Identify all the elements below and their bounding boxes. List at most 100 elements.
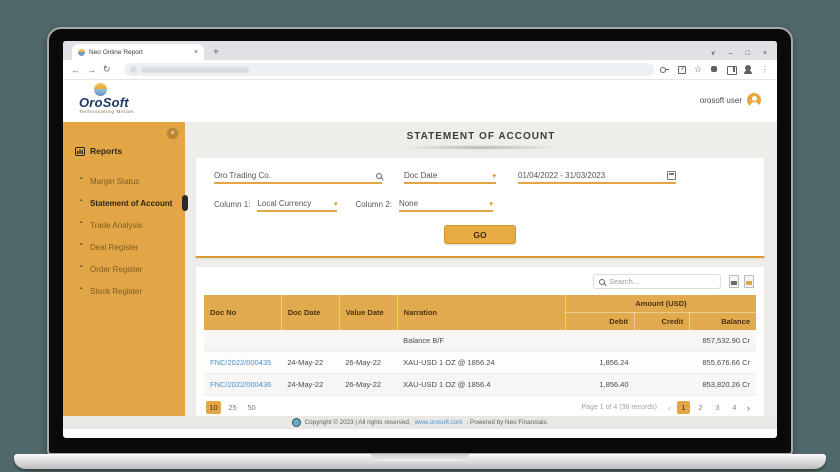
- company-value: Oro Trading Co.: [214, 171, 271, 180]
- page-button-2[interactable]: 2: [694, 401, 707, 414]
- sidebar-item-order-register[interactable]: ▪ Order Register: [63, 258, 185, 280]
- column1-value: Local Currency: [257, 199, 311, 208]
- go-button[interactable]: GO: [444, 225, 516, 244]
- sidebar-item-label: Margin Status: [90, 177, 139, 186]
- cell-debit: 1,856.24: [566, 352, 635, 374]
- reports-icon: [75, 147, 85, 156]
- excel-export-icon[interactable]: [744, 275, 754, 288]
- page-button-4[interactable]: 4: [728, 401, 741, 414]
- col-value-date[interactable]: Value Date: [339, 295, 397, 330]
- chevron-down-icon: ▾: [334, 200, 338, 208]
- sidebar-item-label: Statement of Account: [90, 199, 172, 208]
- tab-close-icon[interactable]: ×: [194, 49, 198, 56]
- cell-value-date: 26-May-22: [339, 374, 397, 396]
- date-type-select[interactable]: Doc Date ▾: [404, 171, 496, 184]
- sidebar-item-stock-register[interactable]: ▪ Stock Register: [63, 280, 185, 302]
- page-size-10[interactable]: 10: [206, 401, 221, 414]
- sidebar-close-icon[interactable]: ×: [166, 127, 179, 140]
- cell-doc-date: 24-May-22: [281, 374, 339, 396]
- table-row: FNC/2022/000435 24-May-22 26-May-22 XAU-…: [204, 352, 756, 374]
- filter-row-2: Column 1: Local Currency ▾ Column 2: Non…: [214, 199, 746, 212]
- filter-panel: Oro Trading Co. Doc Date ▾ 01/04/2022 - …: [195, 157, 765, 258]
- col-narration[interactable]: Narration: [397, 295, 565, 330]
- column2-label: Column 2:: [355, 200, 391, 212]
- sidebar-section-label: Reports: [90, 146, 122, 156]
- copyright-text: Copyright © 2023 | All rights reserved,: [305, 419, 411, 426]
- window-dropdown-icon[interactable]: ∨: [711, 49, 716, 57]
- cell-debit: 1,856.40: [566, 374, 635, 396]
- page-button-3[interactable]: 3: [711, 401, 724, 414]
- xls-label-band: [746, 281, 752, 285]
- sidebar-item-label: Trade Analysis: [90, 221, 142, 230]
- doc-no-link[interactable]: FNC/2022/000436: [204, 374, 281, 396]
- next-page-icon[interactable]: ›: [747, 403, 750, 413]
- blurred-url: [141, 67, 249, 73]
- search-icon[interactable]: [376, 173, 382, 179]
- main-panel: STATEMENT OF ACCOUNT Oro Trading Co. Doc…: [185, 122, 777, 416]
- powered-by-text: . Powered by Neo Financials.: [467, 419, 549, 426]
- sidebar-section-reports: Reports: [63, 146, 185, 156]
- bookmark-star-icon[interactable]: ☆: [694, 65, 702, 74]
- table-search-input[interactable]: Search...: [593, 274, 721, 289]
- share-icon[interactable]: [677, 65, 686, 74]
- date-range-value: 01/04/2022 - 31/03/2023: [518, 171, 605, 180]
- calendar-icon[interactable]: [667, 171, 676, 180]
- pagination-bar: 10 25 50 Page 1 of 4 (36 records) ‹ 1 2 …: [204, 396, 756, 416]
- cell-doc-date: [281, 330, 339, 352]
- extensions-icon[interactable]: [710, 65, 719, 74]
- col-doc-date[interactable]: Doc Date: [281, 295, 339, 330]
- window-minimize-icon[interactable]: –: [729, 50, 733, 57]
- sidebar-item-deal-register[interactable]: ▪ Deal Register: [63, 236, 185, 258]
- browser-tab[interactable]: Neo Online Report ×: [72, 44, 204, 60]
- date-range-input[interactable]: 01/04/2022 - 31/03/2023: [518, 171, 676, 184]
- orosoft-link[interactable]: www.orosoft.com: [415, 419, 463, 426]
- col-debit[interactable]: Debit: [566, 313, 635, 331]
- bullet-icon: ▪: [80, 198, 82, 204]
- browser-toolbar: ← → ↻ ☆ ⋮: [63, 60, 777, 80]
- column2-select[interactable]: None ▾: [399, 199, 493, 212]
- window-controls: ∨ – □ ×: [711, 49, 777, 60]
- sidebar-menu: ▪ Margin Status ▪ Statement of Account ▪…: [63, 170, 185, 302]
- reload-icon[interactable]: ↻: [103, 64, 111, 75]
- user-menu[interactable]: orosoft user: [700, 93, 761, 107]
- browser-menu-icon[interactable]: ⋮: [761, 65, 769, 74]
- toolbar-icons: ☆ ⋮: [660, 65, 769, 74]
- page-button-1[interactable]: 1: [677, 401, 690, 414]
- password-key-icon[interactable]: [660, 65, 669, 74]
- table-header: Doc No Doc Date Value Date Narration Amo…: [204, 295, 756, 330]
- sidebar-item-statement-of-account[interactable]: ▪ Statement of Account: [63, 192, 185, 214]
- col-balance[interactable]: Balance: [690, 313, 756, 331]
- export-buttons: [729, 275, 754, 288]
- csv-export-icon[interactable]: [729, 275, 739, 288]
- forward-icon[interactable]: →: [87, 65, 96, 75]
- new-tab-button[interactable]: +: [213, 47, 219, 58]
- bullet-icon: ▪: [80, 176, 82, 182]
- page-size-25[interactable]: 25: [225, 401, 240, 414]
- browser-profile-icon[interactable]: [744, 65, 753, 74]
- column1-select[interactable]: Local Currency ▾: [257, 199, 337, 212]
- user-name-label: orosoft user: [700, 96, 742, 105]
- window-maximize-icon[interactable]: □: [746, 50, 750, 57]
- table-row: FNC/2022/000436 24-May-22 26-May-22 XAU-…: [204, 374, 756, 396]
- address-bar[interactable]: [124, 63, 654, 76]
- sidebar-item-trade-analysis[interactable]: ▪ Trade Analysis: [63, 214, 185, 236]
- user-avatar-icon[interactable]: [747, 93, 761, 107]
- site-info-icon: [130, 66, 137, 73]
- sidebar-item-margin-status[interactable]: ▪ Margin Status: [63, 170, 185, 192]
- footer-logo-icon: [292, 418, 301, 427]
- col-credit[interactable]: Credit: [635, 313, 690, 331]
- doc-no-link[interactable]: FNC/2022/000435: [204, 352, 281, 374]
- back-icon[interactable]: ←: [71, 65, 80, 75]
- laptop-base-notch: [371, 454, 469, 461]
- page-size-50[interactable]: 50: [244, 401, 259, 414]
- sidebar-item-label: Order Register: [90, 265, 142, 274]
- company-input[interactable]: Oro Trading Co.: [214, 171, 382, 184]
- prev-page-icon[interactable]: ‹: [668, 403, 671, 413]
- side-panel-icon[interactable]: [727, 65, 736, 74]
- cell-balance: 853,820.26 Cr: [690, 374, 756, 396]
- app-header: OroSoft Technovating Metals orosoft user: [63, 80, 777, 122]
- window-close-icon[interactable]: ×: [763, 50, 767, 57]
- results-panel: Search...: [195, 266, 765, 416]
- cell-narration: XAU-USD 1 OZ @ 1856.24: [397, 352, 565, 374]
- col-doc-no[interactable]: Doc No: [204, 295, 281, 330]
